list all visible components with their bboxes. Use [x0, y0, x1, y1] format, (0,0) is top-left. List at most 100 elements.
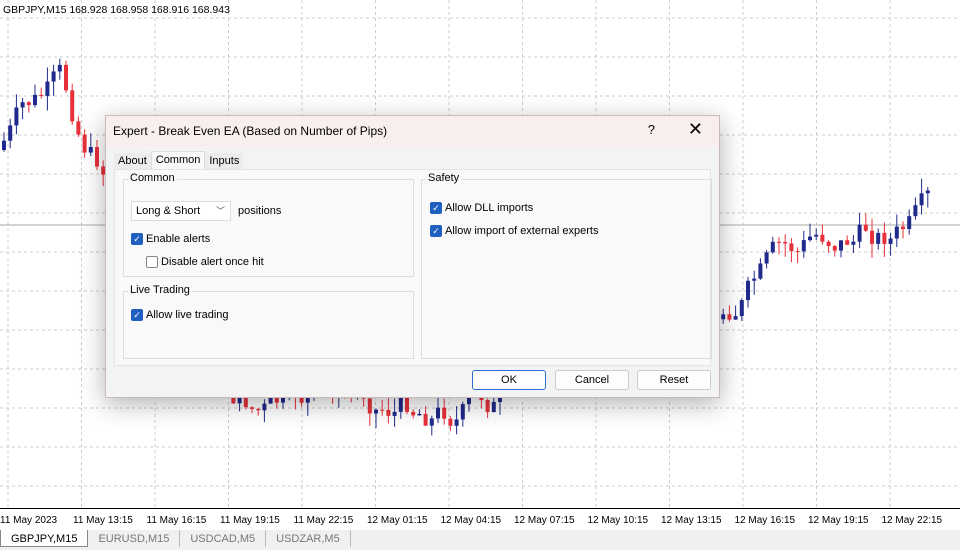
candle-body — [45, 81, 50, 96]
tab-inputs[interactable]: Inputs — [205, 153, 244, 169]
time-label: 12 May 16:15 — [734, 515, 796, 526]
candle-body — [256, 408, 261, 411]
time-label: 12 May 01:15 — [367, 515, 428, 526]
time-label: 12 May 19:15 — [808, 515, 869, 526]
ok-button[interactable]: OK — [472, 370, 546, 390]
allow-live-label: Allow live trading — [146, 309, 229, 321]
candle-body — [746, 280, 750, 301]
candle-body — [907, 216, 912, 230]
candle-body — [894, 226, 899, 239]
enable-alerts-checkbox[interactable]: ✓ Enable alerts — [131, 233, 210, 245]
candle-body — [8, 125, 13, 141]
chart-tab-usdzar[interactable]: USDZAR,M5 — [266, 530, 351, 547]
live-trading-legend: Live Trading — [128, 284, 192, 296]
candle-body — [727, 314, 732, 320]
candle-body — [913, 205, 918, 217]
time-label: 12 May 22:15 — [881, 515, 943, 526]
common-group: Common Long & Short ﹀ positions ✓ Enable a… — [123, 172, 414, 277]
candle-body — [405, 396, 409, 412]
candle-body — [845, 240, 850, 245]
check-icon: ✓ — [430, 202, 442, 214]
symbol-quote: GBPJPY,M15 168.928 168.958 168.916 168.9… — [3, 4, 230, 16]
safety-group: Safety ✓ Allow DLL imports ✓ Allow import … — [421, 172, 712, 359]
candle-body — [305, 398, 310, 403]
cancel-button[interactable]: Cancel — [555, 370, 629, 390]
candle-body — [814, 234, 819, 237]
close-button[interactable]: ✕ — [688, 119, 703, 140]
candle-body — [832, 246, 837, 251]
expert-dialog: Expert - Break Even EA (Based on Number … — [105, 115, 720, 398]
tab-about[interactable]: About — [114, 153, 151, 169]
candle-body — [882, 232, 887, 244]
candle-body — [442, 407, 447, 419]
chart-tab-gbpjpy[interactable]: GBPJPY,M15 — [0, 530, 89, 547]
candle-body — [33, 94, 37, 106]
candle-body — [82, 134, 87, 153]
tab-panel: Common Long & Short ﹀ positions ✓ Enable a… — [114, 169, 712, 366]
check-icon: ✓ — [131, 233, 143, 245]
candle-body — [39, 94, 44, 96]
candle-body — [789, 243, 794, 252]
allow-live-trading-checkbox[interactable]: ✓ Allow live trading — [131, 309, 229, 321]
candle-body — [870, 230, 874, 244]
candle-body — [398, 396, 403, 412]
help-button[interactable]: ? — [648, 122, 655, 137]
candle-body — [820, 234, 825, 242]
allow-import-label: Allow import of external experts — [445, 225, 599, 237]
allow-dll-checkbox[interactable]: ✓ Allow DLL imports — [430, 202, 533, 214]
time-label: 12 May 10:15 — [587, 515, 649, 526]
candle-body — [919, 193, 924, 206]
positions-select[interactable]: Long & Short ﹀ — [131, 201, 231, 221]
candle-body — [808, 236, 812, 241]
enable-alerts-label: Enable alerts — [146, 233, 211, 245]
time-label: 11 May 13:15 — [73, 515, 133, 526]
candle-body — [863, 224, 868, 231]
candle-body — [460, 404, 465, 420]
candle-body — [57, 64, 62, 72]
candle-body — [485, 400, 490, 413]
candle-body — [51, 71, 56, 82]
candle-body — [417, 413, 422, 416]
candle-body — [752, 278, 757, 281]
safety-legend: Safety — [426, 172, 462, 184]
candle-body — [250, 407, 254, 409]
check-icon: ✓ — [430, 225, 442, 237]
candle-body — [76, 121, 81, 135]
time-label: 12 May 04:15 — [440, 515, 502, 526]
candle-body — [876, 232, 881, 244]
candle-body — [851, 241, 856, 245]
time-label: 12 May 13:15 — [661, 515, 722, 526]
positions-value: Long & Short — [136, 205, 201, 217]
time-label: 11 May 22:15 — [293, 515, 354, 526]
time-label: 11 May 16:15 — [146, 515, 207, 526]
candle-body — [374, 409, 378, 414]
candle-body — [783, 241, 788, 244]
dialog-titlebar: Expert - Break Even EA (Based on Number … — [106, 116, 719, 146]
candle-body — [386, 409, 391, 416]
candle-body — [95, 147, 99, 167]
candle-body — [380, 409, 385, 411]
time-label: 12 May 07:15 — [514, 515, 575, 526]
candle-body — [454, 419, 459, 426]
time-label: 11 May 19:15 — [220, 515, 280, 526]
tab-common[interactable]: Common — [150, 151, 206, 169]
live-trading-group: Live Trading ✓ Allow live trading — [123, 284, 414, 359]
candle-body — [392, 411, 397, 416]
candle-body — [448, 418, 453, 426]
candle-body — [411, 411, 416, 416]
chevron-down-icon: ﹀ — [215, 206, 225, 216]
common-legend: Common — [128, 172, 177, 184]
candle-body — [770, 241, 775, 253]
candle-body — [20, 102, 25, 108]
chart-tab-eurusd[interactable]: EURUSD,M15 — [88, 530, 181, 547]
chart-tab-usdcad[interactable]: USDCAD,M5 — [180, 530, 267, 547]
candle-body — [721, 314, 726, 320]
disable-alert-checkbox[interactable]: Disable alert once hit — [146, 256, 264, 268]
candle-body — [436, 407, 440, 419]
allow-import-checkbox[interactable]: ✓ Allow import of external experts — [430, 225, 598, 237]
candle-body — [26, 102, 31, 106]
check-icon: ✓ — [131, 309, 143, 321]
candle-body — [777, 241, 781, 243]
candle-body — [857, 224, 862, 242]
reset-button[interactable]: Reset — [637, 370, 711, 390]
